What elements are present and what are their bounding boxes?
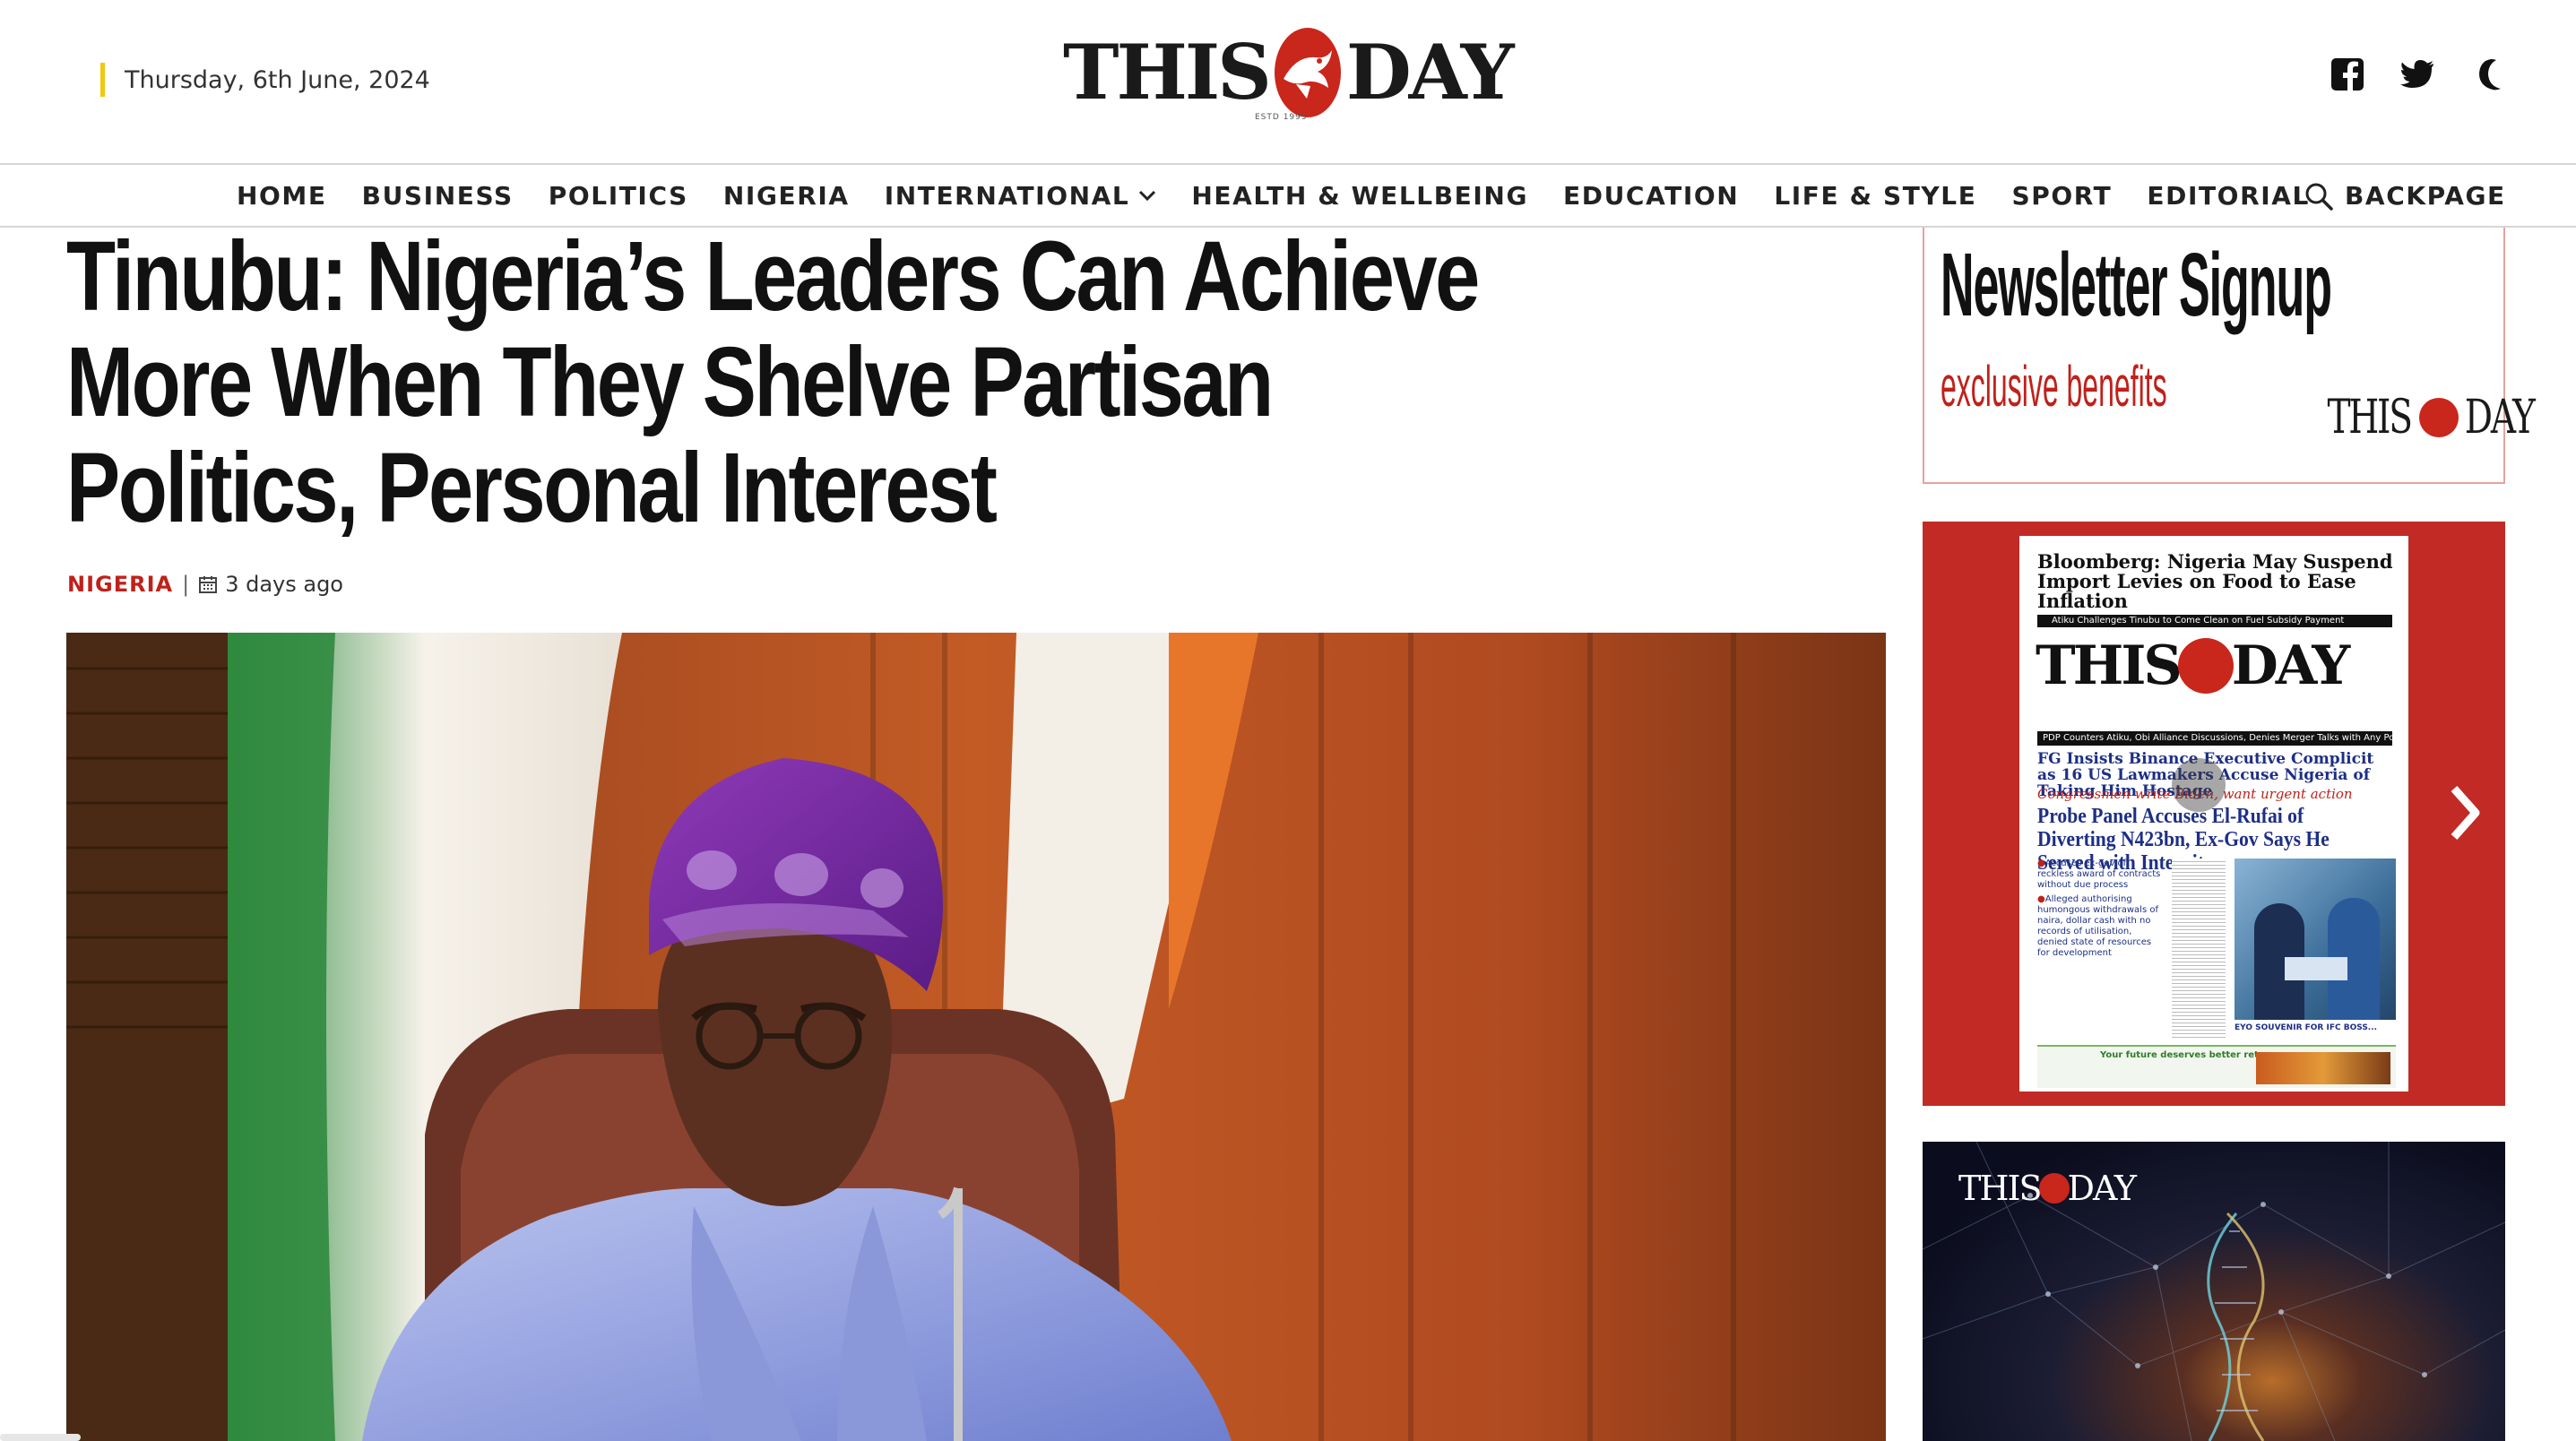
photo-plaque: [2285, 957, 2347, 980]
nav-item-business[interactable]: BUSINESS: [362, 181, 514, 211]
front-page-bullets: Accuses ex-gov of reckless award of cont…: [2037, 859, 2163, 962]
carousel-overlay-dot: [2172, 758, 2226, 812]
front-page-ad-text: Your future deserves better returns: [2100, 1050, 2281, 1060]
front-page-masthead-left: THIS: [2036, 634, 2183, 697]
logo-tagline: ESTD 1995: [1255, 113, 1308, 122]
logo-word-right: DAY: [1345, 28, 1515, 116]
front-page-bullet: Accuses ex-gov of reckless award of cont…: [2037, 859, 2163, 891]
dark-mode-moon-icon[interactable]: [2468, 56, 2506, 93]
nav-item-nigeria[interactable]: NIGERIA: [723, 181, 850, 211]
front-page-kicker: PDP Counters Atiku, Obi Alliance Discuss…: [2037, 731, 2392, 746]
promo-logo-left: THIS: [1958, 1169, 2043, 1208]
nav-item-backpage[interactable]: BACKPAGE: [2345, 181, 2506, 211]
article-category-link[interactable]: NIGERIA: [67, 572, 173, 597]
nav-item-education[interactable]: EDUCATION: [1563, 181, 1739, 211]
chevron-right-icon[interactable]: [2447, 781, 2483, 844]
newsletter-logo-left: THIS: [2327, 391, 2413, 444]
front-page-masthead-emblem-icon: [2177, 638, 2234, 694]
front-page-body-text: [2172, 859, 2226, 1038]
front-page-image[interactable]: Bloomberg: Nigeria May Suspend Import Le…: [2019, 536, 2408, 1092]
facebook-icon[interactable]: [2329, 56, 2366, 93]
newsletter-logo: THIS DAY: [2313, 391, 2546, 444]
front-page-ad: Your future deserves better returns: [2037, 1045, 2396, 1088]
front-page-strap: Atiku Challenges Tinubu to Come Clean on…: [2037, 615, 2392, 627]
meta-separator: |: [182, 572, 190, 597]
date-accent-bar: [100, 63, 105, 97]
front-page-photo-caption: EYO SOUVENIR FOR IFC BOSS...: [2235, 1023, 2378, 1032]
twitter-icon[interactable]: [2399, 56, 2436, 93]
article-headline: Tinubu: Nigeria’s Leaders Can Achieve Mo…: [66, 221, 1480, 543]
social-links: [2329, 56, 2506, 93]
date-text: Thursday, 6th June, 2024: [125, 65, 430, 94]
newsletter-title: Newsletter Signup: [1941, 235, 2332, 335]
article-hero-photo: [66, 633, 1886, 1441]
logo-eagle-emblem-icon: [1274, 28, 1341, 117]
promo-logo: THIS DAY: [1958, 1169, 2137, 1208]
search-icon[interactable]: [2304, 181, 2334, 211]
site-header: Thursday, 6th June, 2024 THIS DAY ESTD 1…: [0, 0, 2576, 163]
site-logo[interactable]: THIS DAY ESTD 1995: [1063, 20, 1515, 125]
nav-item-life-style[interactable]: LIFE & STYLE: [1774, 181, 1976, 211]
front-page-carousel: Bloomberg: Nigeria May Suspend Import Le…: [1923, 522, 2505, 1106]
front-page-masthead: THIS DAY: [2036, 634, 2350, 697]
promo-logo-right: DAY: [2067, 1169, 2137, 1208]
chevron-down-icon: [1138, 189, 1156, 202]
front-page-masthead-right: DAY: [2231, 634, 2350, 697]
promo-logo-emblem-icon: [2038, 1173, 2070, 1204]
front-page-bullet: Alleged authorising humongous withdrawal…: [2037, 894, 2163, 959]
newsletter-subtitle: exclusive benefits: [1941, 354, 2167, 418]
article-time-ago: 3 days ago: [225, 572, 343, 597]
newsletter-logo-emblem-icon: [2419, 398, 2459, 437]
nav-item-editorial[interactable]: EDITORIAL: [2147, 181, 2310, 211]
promo-banner[interactable]: THIS DAY: [1923, 1142, 2505, 1441]
newsletter-signup-banner[interactable]: Newsletter Signup exclusive benefits THI…: [1923, 228, 2536, 484]
calendar-icon: [198, 574, 218, 594]
newsletter-logo-right: DAY: [2465, 391, 2536, 444]
main-navigation: HOME BUSINESS POLITICS NIGERIA INTERNATI…: [0, 163, 2576, 228]
nav-item-politics[interactable]: POLITICS: [549, 181, 688, 211]
front-page-lead-headline: Bloomberg: Nigeria May Suspend Import Le…: [2037, 550, 2393, 612]
header-date: Thursday, 6th June, 2024: [100, 63, 430, 97]
nav-item-health-wellbeing[interactable]: HEALTH & WELLBEING: [1191, 181, 1528, 211]
nav-item-home[interactable]: HOME: [237, 181, 327, 211]
page-edge-indicator: [0, 1434, 81, 1441]
nav-item-sport[interactable]: SPORT: [2011, 181, 2112, 211]
logo-word-left: THIS: [1063, 28, 1272, 116]
nav-item-international-label: INTERNATIONAL: [884, 180, 1130, 211]
nav-item-international[interactable]: INTERNATIONAL: [885, 181, 1157, 211]
article-meta: NIGERIA | 3 days ago: [67, 572, 343, 597]
front-page-ad-image: [2256, 1052, 2390, 1084]
front-page-photo: [2235, 859, 2396, 1020]
